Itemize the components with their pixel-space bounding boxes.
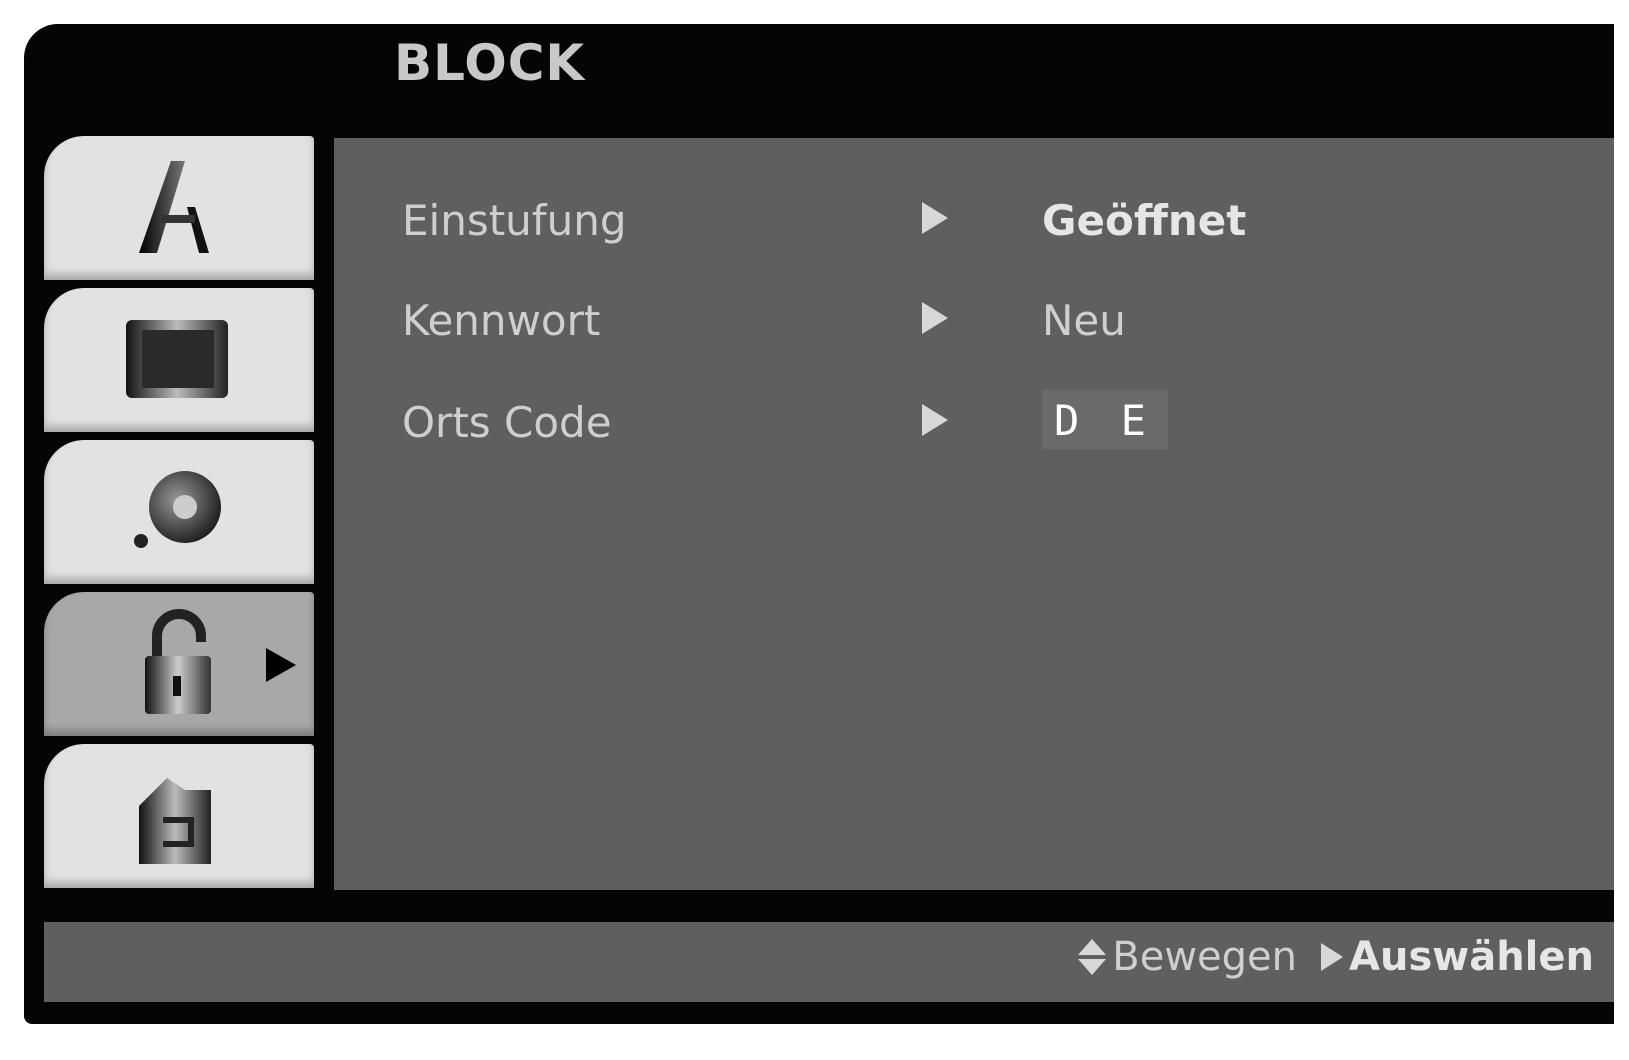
setting-value[interactable]: Geöffnet (1042, 196, 1246, 245)
play-icon (1321, 943, 1344, 971)
others-icon (122, 760, 232, 870)
setting-row-rating[interactable]: Einstufung Geöffnet (334, 188, 1614, 258)
arrow-right-icon (922, 404, 948, 436)
setting-label: Orts Code (402, 398, 612, 447)
tab-audio[interactable] (44, 440, 314, 584)
arrow-right-icon (922, 202, 948, 234)
tab-language[interactable] (44, 136, 314, 280)
area-code-field[interactable]: D E (1042, 390, 1168, 449)
language-icon (122, 152, 232, 262)
audio-icon (122, 456, 232, 566)
up-down-icon (1078, 939, 1107, 975)
setting-row-password[interactable]: Kennwort Neu (334, 288, 1614, 358)
setting-label: Einstufung (402, 196, 627, 245)
setting-row-area-code[interactable]: Orts Code D E (334, 390, 1614, 460)
setup-menu: BLOCK Einstufung Geöffnet Kennwort Neu O… (24, 24, 1614, 1024)
setting-label: Kennwort (402, 296, 601, 345)
help-bar: Bewegen Auswählen (44, 922, 1614, 1002)
active-tab-pointer-icon (266, 648, 296, 682)
lock-icon (122, 608, 232, 718)
move-hint: Bewegen (1112, 934, 1298, 980)
tab-display[interactable] (44, 288, 314, 432)
menu-title: BLOCK (394, 34, 586, 92)
navigation-hint: Bewegen Auswählen (1078, 934, 1594, 980)
arrow-right-icon (922, 302, 948, 334)
tab-lock[interactable] (44, 592, 314, 736)
display-icon (122, 304, 232, 414)
tab-others[interactable] (44, 744, 314, 888)
settings-panel: Einstufung Geöffnet Kennwort Neu Orts Co… (334, 138, 1614, 890)
setting-value[interactable]: Neu (1042, 296, 1126, 345)
select-hint: Auswählen (1349, 934, 1594, 980)
